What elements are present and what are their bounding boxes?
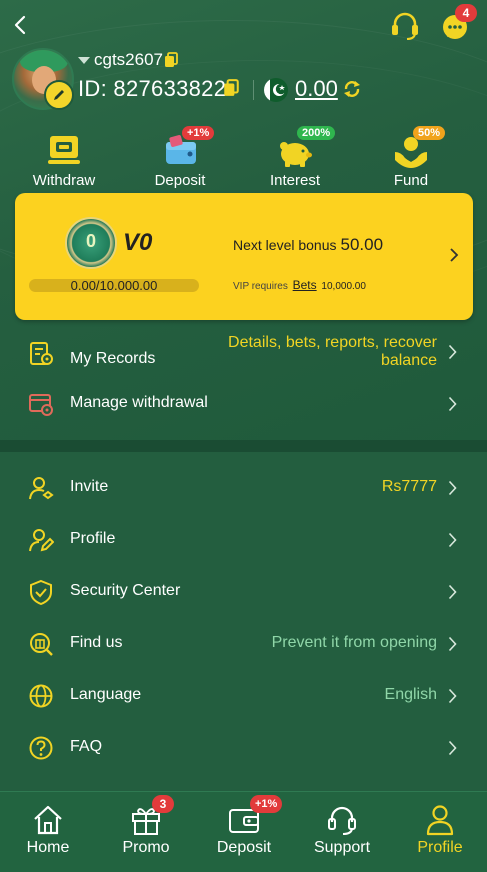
withdrawal-card-icon <box>29 394 53 416</box>
quick-action-label: Fund <box>393 172 429 189</box>
globe-icon <box>29 684 53 708</box>
header-divider <box>253 80 254 100</box>
nav-label: Home <box>26 839 70 856</box>
menu-row-find-us[interactable]: Find us Prevent it from opening <box>0 618 487 670</box>
menu-row-label: Profile <box>70 530 116 547</box>
menu-row-label: Manage withdrawal <box>70 394 208 411</box>
deposit-bonus-badge: +1% <box>182 126 215 140</box>
notification-badge: 4 <box>455 4 477 22</box>
edit-avatar-button[interactable] <box>44 80 74 110</box>
next-level-bonus-label: Next level bonus <box>233 237 337 253</box>
back-arrow-icon[interactable] <box>10 12 32 38</box>
menu-row-label: Language <box>70 686 142 703</box>
person-icon <box>426 805 454 836</box>
nav-label: Promo <box>122 839 170 856</box>
nav-home[interactable]: Home <box>8 802 88 857</box>
deposit-nav-badge: +1% <box>250 795 283 813</box>
username: cgts2607 <box>94 50 163 69</box>
pakistan-flag-icon <box>264 78 288 102</box>
copy-id-icon[interactable] <box>223 79 239 97</box>
user-id: ID: 827633822 <box>78 76 227 101</box>
menu-row-label: My Records <box>70 350 156 367</box>
chevron-right-icon <box>448 636 457 652</box>
home-icon <box>34 805 62 835</box>
menu-row-language[interactable]: Language English <box>0 670 487 722</box>
nav-label: Deposit <box>216 839 272 856</box>
menu-row-label: Security Center <box>70 582 181 599</box>
nav-label: Profile <box>417 839 463 856</box>
copy-username-icon[interactable] <box>164 52 178 68</box>
quick-action-interest[interactable]: 200% Interest <box>250 126 340 189</box>
question-icon <box>29 736 53 760</box>
menu-row-faq[interactable]: FAQ <box>0 722 487 774</box>
chevron-right-icon <box>448 688 457 704</box>
next-level-bonus: Next level bonus 50.00 <box>233 235 383 255</box>
vip-requires-value: 10,000.00 <box>321 281 366 292</box>
bets-link[interactable]: Bets <box>293 278 317 292</box>
refresh-balance-icon[interactable] <box>342 79 362 99</box>
section-separator <box>0 440 487 452</box>
vip-card[interactable]: 0 V0 0.00/10.000.00 Next level bonus 50.0… <box>15 193 473 320</box>
menu-row-manage-withdrawal[interactable]: Manage withdrawal <box>0 378 487 430</box>
shield-check-icon <box>30 579 52 605</box>
headset-support-icon[interactable] <box>388 9 422 43</box>
menu-row-profile[interactable]: Profile <box>0 514 487 566</box>
chevron-right-icon <box>448 532 457 548</box>
menu-row-value: Rs7777 <box>381 478 437 495</box>
nav-label: Support <box>313 839 371 856</box>
promo-badge: 3 <box>152 795 174 813</box>
menu-row-invite[interactable]: Invite Rs7777 <box>0 462 487 514</box>
fund-bonus-badge: 50% <box>413 126 446 140</box>
chevron-right-icon <box>448 396 457 412</box>
headset-icon <box>328 806 356 835</box>
menu-row-value: Prevent it from opening <box>271 634 437 651</box>
nav-promo[interactable]: 3 Promo <box>106 795 186 857</box>
interest-bonus-badge: 200% <box>297 126 336 140</box>
menu-row-label: Invite <box>70 478 109 495</box>
messages-button[interactable]: 4 <box>440 4 477 42</box>
menu-row-value: Details, bets, reports, recover balance <box>228 334 437 369</box>
vip-level: V0 <box>123 229 153 256</box>
wallet-balance: 0.00 <box>295 76 338 101</box>
vip-progress-text: 0.00/10.000.00 <box>70 278 158 293</box>
nav-support[interactable]: Support <box>302 802 382 857</box>
next-level-bonus-value: 50.00 <box>340 235 384 254</box>
quick-action-label: Deposit <box>154 172 206 189</box>
chevron-right-icon <box>448 344 457 360</box>
vip-medal-icon: 0 <box>65 217 117 269</box>
nav-deposit[interactable]: +1% Deposit <box>204 795 284 857</box>
quick-action-deposit[interactable]: +1% Deposit <box>135 126 225 189</box>
search-building-icon <box>30 633 53 656</box>
menu-row-my-records[interactable]: My Records Details, bets, reports, recov… <box>0 334 487 374</box>
nav-profile[interactable]: Profile <box>400 802 480 857</box>
records-icon <box>30 342 53 365</box>
withdraw-icon <box>48 136 80 164</box>
vip-requires-label: VIP requires <box>233 281 288 292</box>
vip-requirement: VIP requires Bets 10,000.00 <box>233 278 366 292</box>
menu-row-value: English <box>384 686 437 703</box>
invite-user-icon <box>29 477 54 500</box>
bottom-navigation: Home 3 Promo +1% Deposit Support Profile <box>0 791 487 872</box>
chevron-right-icon <box>448 584 457 600</box>
menu-row-security-center[interactable]: Security Center <box>0 566 487 618</box>
chevron-right-icon <box>448 740 457 756</box>
quick-action-label: Interest <box>269 172 321 189</box>
quick-action-label: Withdraw <box>32 172 96 189</box>
pencil-icon <box>54 90 64 100</box>
chevron-right-icon <box>448 480 457 496</box>
profile-edit-icon <box>29 529 54 552</box>
menu-row-label: Find us <box>70 634 123 651</box>
username-dropdown-icon[interactable] <box>78 57 90 64</box>
quick-action-fund[interactable]: 50% Fund <box>366 126 456 189</box>
chevron-right-icon <box>450 248 459 262</box>
menu-row-label: FAQ <box>70 738 103 755</box>
quick-action-withdraw[interactable]: Withdraw <box>19 130 109 189</box>
